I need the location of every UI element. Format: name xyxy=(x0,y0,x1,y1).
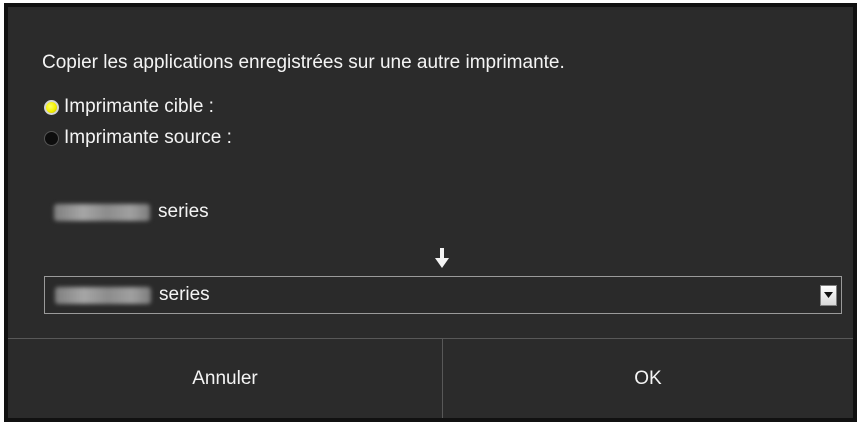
radio-unselected-icon[interactable] xyxy=(44,130,59,146)
dialog-body: Copier les applications enregistrées sur… xyxy=(8,7,853,338)
source-series-label: series xyxy=(158,201,209,222)
radio-source-label: Imprimante source : xyxy=(64,127,232,148)
chevron-down-icon xyxy=(824,292,833,298)
instruction-text: Copier les applications enregistrées sur… xyxy=(42,52,565,73)
target-printer-select[interactable]: series xyxy=(44,276,842,314)
source-printer-name: series xyxy=(54,201,209,223)
blurred-model-name xyxy=(54,203,150,221)
blurred-model-name xyxy=(55,286,151,304)
radio-target-label: Imprimante cible : xyxy=(64,96,214,117)
radio-selected-icon[interactable] xyxy=(44,99,59,115)
cancel-button[interactable]: Annuler xyxy=(8,339,443,418)
radio-target-printer[interactable]: Imprimante cible : xyxy=(44,96,214,118)
ok-button[interactable]: OK xyxy=(443,339,853,418)
select-value: series xyxy=(159,284,210,305)
copy-apps-dialog: Copier les applications enregistrées sur… xyxy=(4,3,857,422)
button-bar: Annuler OK xyxy=(8,338,853,418)
dropdown-button[interactable] xyxy=(820,285,837,306)
down-arrow-icon xyxy=(435,248,449,268)
radio-source-printer[interactable]: Imprimante source : xyxy=(44,127,232,149)
